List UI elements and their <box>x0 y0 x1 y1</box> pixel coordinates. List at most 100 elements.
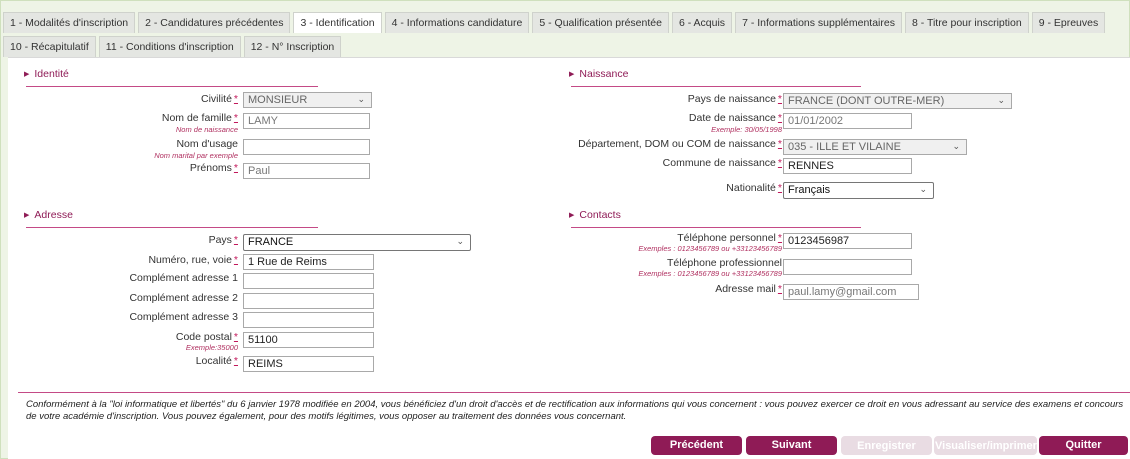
section-identite-label: Identité <box>34 68 69 80</box>
adresse-pays-label: Pays * <box>208 234 238 246</box>
section-adresse-underline <box>26 227 318 228</box>
tab-5[interactable]: 5 - Qualification présentée <box>532 12 669 33</box>
enregistrer-button[interactable]: Enregistrer <box>841 436 932 455</box>
tel-perso-label: Téléphone personnel * <box>677 232 782 244</box>
nom-famille-hint: Nom de naissance <box>175 125 238 134</box>
date-naissance-label: Date de naissance * <box>688 112 782 124</box>
legal-notice: Conformément à la "loi informatique et l… <box>26 399 1124 422</box>
complement3-label: Complément adresse 3 <box>129 311 238 323</box>
triangle-right-icon: ▶ <box>569 71 575 78</box>
complement2-input[interactable] <box>243 293 374 309</box>
tab-6[interactable]: 6 - Acquis <box>671 12 733 33</box>
required-marker: * <box>777 232 782 244</box>
tab-10[interactable]: 10 - Récapitulatif <box>3 36 96 57</box>
section-adresse-label: Adresse <box>34 209 73 221</box>
tab-1[interactable]: 1 - Modalités d'inscription <box>3 12 136 33</box>
tab-8[interactable]: 8 - Titre pour inscription <box>904 12 1029 33</box>
adresse-pays-select[interactable]: FRANCE ⌄ <box>243 234 471 251</box>
prenoms-label: Prénoms * <box>189 162 238 174</box>
visualiser-imprimer-button[interactable]: Visualiser/imprimer <box>934 436 1037 455</box>
complement2-label: Complément adresse 2 <box>129 292 238 304</box>
tab-11[interactable]: 11 - Conditions d'inscription <box>98 36 241 57</box>
tab-4[interactable]: 4 - Informations candidature <box>384 12 530 33</box>
required-marker: * <box>233 355 238 367</box>
suivant-button[interactable]: Suivant <box>746 436 837 455</box>
nationalite-label: Nationalité * <box>726 182 782 194</box>
section-naissance-title: ▶ Naissance <box>569 68 628 80</box>
commune-input[interactable]: RENNES <box>783 158 912 174</box>
pays-naissance-label: Pays de naissance * <box>687 93 782 105</box>
required-marker: * <box>777 112 782 124</box>
required-marker: * <box>777 182 782 194</box>
required-marker: * <box>777 93 782 105</box>
tab-3[interactable]: 3 - Identification <box>293 12 382 33</box>
section-identite-underline <box>26 86 318 87</box>
nom-usage-hint: Nom marital par exemple <box>154 151 238 160</box>
localite-input[interactable]: REIMS <box>243 356 374 372</box>
tab-2[interactable]: 2 - Candidatures précédentes <box>138 12 291 33</box>
required-marker: * <box>233 112 238 124</box>
departement-select[interactable]: 035 - ILLE ET VILAINE ⌄ <box>783 139 967 155</box>
section-identite-title: ▶ Identité <box>24 68 69 80</box>
required-marker: * <box>233 331 238 343</box>
commune-label: Commune de naissance * <box>662 157 782 169</box>
precedent-button[interactable]: Précédent <box>651 436 742 455</box>
tab-7[interactable]: 7 - Informations supplémentaires <box>735 12 902 33</box>
section-contacts-title: ▶ Contacts <box>569 209 621 221</box>
nom-usage-label: Nom d'usage <box>176 138 238 150</box>
chevron-down-icon: ⌄ <box>997 95 1005 105</box>
prenoms-input[interactable]: Paul <box>243 163 370 179</box>
civilite-select[interactable]: MONSIEUR ⌄ <box>243 92 372 108</box>
chevron-down-icon: ⌄ <box>919 184 927 194</box>
complement1-input[interactable] <box>243 273 374 289</box>
mail-label: Adresse mail * <box>715 283 782 295</box>
required-marker: * <box>233 254 238 266</box>
pays-naissance-select[interactable]: FRANCE (DONT OUTRE-MER) ⌄ <box>783 93 1012 109</box>
required-marker: * <box>777 138 782 150</box>
nom-famille-label: Nom de famille * <box>161 112 238 124</box>
code-postal-label: Code postal * <box>175 331 238 343</box>
tel-perso-hint: Exemples : 0123456789 ou +33123456789 <box>638 244 782 253</box>
required-marker: * <box>233 234 238 246</box>
triangle-right-icon: ▶ <box>24 212 30 219</box>
required-marker: * <box>777 283 782 295</box>
tab-bar: 1 - Modalités d'inscription 2 - Candidatu… <box>3 12 1129 60</box>
section-contacts-underline <box>571 227 861 228</box>
nationalite-select[interactable]: Français ⌄ <box>783 182 934 199</box>
complement3-input[interactable] <box>243 312 374 328</box>
tab-row-2: 10 - Récapitulatif 11 - Conditions d'insc… <box>3 36 1129 57</box>
tel-pro-label: Téléphone professionnel <box>667 257 782 269</box>
triangle-right-icon: ▶ <box>24 71 30 78</box>
numero-rue-input[interactable]: 1 Rue de Reims <box>243 254 374 270</box>
chevron-down-icon: ⌄ <box>357 94 365 104</box>
tab-9[interactable]: 9 - Epreuves <box>1031 12 1106 33</box>
triangle-right-icon: ▶ <box>569 212 575 219</box>
tab-row-1: 1 - Modalités d'inscription 2 - Candidatu… <box>3 12 1129 33</box>
chevron-down-icon: ⌄ <box>456 236 464 246</box>
code-postal-input[interactable]: 51100 <box>243 332 374 348</box>
section-naissance-label: Naissance <box>579 68 629 80</box>
required-marker: * <box>777 157 782 169</box>
nom-usage-input[interactable] <box>243 139 370 155</box>
numero-rue-label: Numéro, rue, voie * <box>148 254 238 266</box>
quitter-button[interactable]: Quitter <box>1039 436 1128 455</box>
required-marker: * <box>233 93 238 105</box>
date-naissance-hint: Exemple: 30/05/1998 <box>711 125 782 134</box>
notice-divider <box>18 392 1130 393</box>
civilite-label: Civilité * <box>200 93 238 105</box>
nom-famille-input[interactable]: LAMY <box>243 113 370 129</box>
tel-perso-input[interactable]: 0123456987 <box>783 233 912 249</box>
complement1-label: Complément adresse 1 <box>129 272 238 284</box>
section-contacts-label: Contacts <box>579 209 621 221</box>
departement-label: Département, DOM ou COM de naissance * <box>578 138 782 150</box>
date-naissance-input[interactable]: 01/01/2002 <box>783 113 912 129</box>
tab-12[interactable]: 12 - N° Inscription <box>243 36 342 57</box>
section-adresse-title: ▶ Adresse <box>24 209 73 221</box>
chevron-down-icon: ⌄ <box>952 141 960 151</box>
mail-input[interactable]: paul.lamy@gmail.com <box>783 284 919 300</box>
code-postal-hint: Exemple:35000 <box>185 343 238 352</box>
section-naissance-underline <box>571 86 861 87</box>
tel-pro-input[interactable] <box>783 259 912 275</box>
localite-label: Localité * <box>195 355 238 367</box>
required-marker: * <box>233 162 238 174</box>
